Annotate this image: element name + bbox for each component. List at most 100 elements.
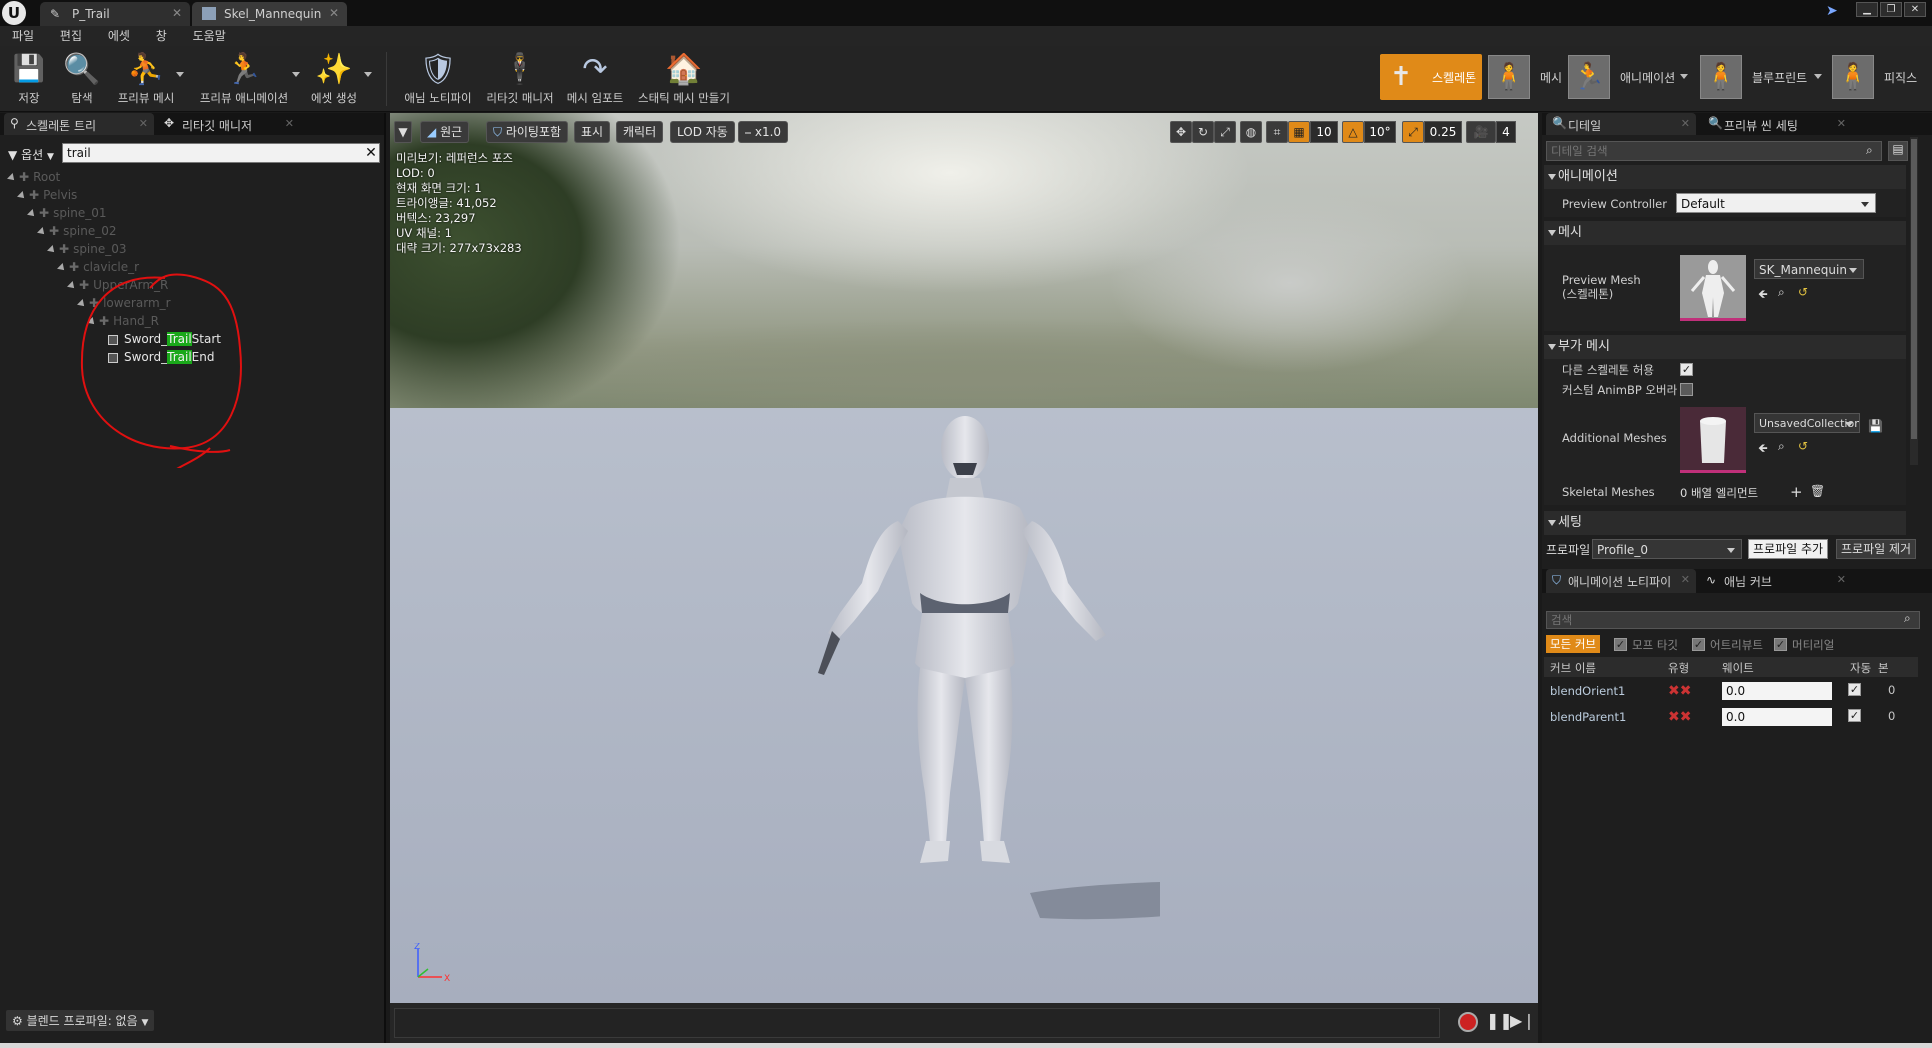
tab-animation-notifies[interactable]: ⛉ 애니메이션 노티파이 ✕ (1546, 569, 1696, 593)
close-tab-icon[interactable]: ✕ (1837, 117, 1846, 130)
lighting-button[interactable]: ⛉ 라이팅포함 (486, 121, 569, 143)
section-additional-meshes[interactable]: 부가 메시 (1544, 335, 1906, 359)
expand-arrow-icon[interactable] (27, 208, 37, 219)
menu-edit[interactable]: 편집 (60, 26, 82, 46)
view-options-icon[interactable]: ▤ (1888, 141, 1908, 161)
curve-weight-input[interactable]: 0.0 (1722, 708, 1832, 726)
grid-snap-icon[interactable]: ▦ (1288, 121, 1310, 143)
animation-mode-dropdown-icon[interactable] (1680, 74, 1688, 79)
auto-checkbox[interactable]: ✓ (1848, 709, 1861, 722)
blueprint-mode-dropdown-icon[interactable] (1814, 74, 1822, 79)
menu-asset[interactable]: 에셋 (108, 26, 130, 46)
table-row[interactable]: blendParent1 ✖✖ 0.0 ✓ 0 (1544, 705, 1918, 729)
record-icon[interactable] (1458, 1012, 1478, 1032)
playback-speed-button[interactable]: ⎯ x1.0 (738, 121, 789, 143)
step-forward-icon[interactable]: ▶❘ (1510, 1011, 1536, 1030)
skeleton-search-input[interactable] (62, 143, 380, 163)
viewport-options-dropdown[interactable]: ▼ (394, 121, 412, 143)
close-tab-icon[interactable]: ✕ (172, 6, 182, 20)
add-profile-button[interactable]: 프로파일 추가 (1748, 539, 1829, 559)
browse-asset-icon[interactable]: ⌕ (1778, 285, 1785, 300)
curve-weight-input[interactable]: 0.0 (1722, 682, 1832, 700)
section-mesh[interactable]: 메시 (1544, 221, 1906, 245)
curve-search-input[interactable] (1546, 611, 1920, 629)
scale-snap-icon[interactable]: ⤢ (1402, 121, 1424, 143)
custom-animbp-checkbox[interactable] (1680, 383, 1693, 396)
mode-blueprint-button[interactable]: 🧍 블루프린트 (1700, 54, 1807, 100)
remove-profile-button[interactable]: 프로파일 제거 (1836, 539, 1917, 559)
tree-node-spine-01[interactable]: ✚ spine_01 (27, 205, 107, 221)
expand-arrow-icon[interactable] (7, 172, 17, 183)
mode-mesh-button[interactable]: 🧍 메시 (1488, 54, 1562, 100)
save-button[interactable]: 💾 저장 (8, 50, 50, 108)
perspective-button[interactable]: ◢ 원근 (420, 121, 470, 143)
mode-physics-button[interactable]: 🧍 피직스 (1832, 54, 1917, 100)
close-tab-icon[interactable]: ✕ (1681, 573, 1690, 586)
grid-snap-value[interactable]: 10 (1310, 121, 1338, 143)
tree-node-pelvis[interactable]: ✚ Pelvis (17, 187, 77, 203)
world-local-icon[interactable]: ◍ (1240, 121, 1262, 143)
table-row[interactable]: blendOrient1 ✖✖ 0.0 ✓ 0 (1544, 679, 1918, 703)
show-button[interactable]: 표시 (574, 121, 611, 143)
preview-mesh-button[interactable]: ⛹ 프리뷰 메시 (112, 50, 180, 108)
character-button[interactable]: 캐릭터 (616, 121, 664, 143)
retarget-manager-button[interactable]: 🕴 리타깃 매니저 (482, 50, 558, 108)
make-static-mesh-button[interactable]: 🏠 스태틱 메시 만들기 (634, 50, 734, 108)
preview-mesh-dropdown-icon[interactable] (176, 72, 184, 77)
reset-to-default-icon[interactable]: ↺ (1798, 439, 1808, 453)
attribute-checkbox[interactable]: ✓ (1692, 638, 1705, 651)
close-tab-icon[interactable]: ✕ (1681, 117, 1690, 130)
rotation-snap-icon[interactable]: △ (1342, 121, 1364, 143)
close-tab-icon[interactable]: ✕ (1837, 573, 1846, 586)
profile-dropdown[interactable]: Profile_0 (1592, 539, 1742, 559)
close-tab-icon[interactable]: ✕ (139, 117, 148, 130)
anim-notify-button[interactable]: 🛡 애님 노티파이 (400, 50, 476, 108)
menu-window[interactable]: 창 (156, 26, 167, 46)
use-selected-asset-icon[interactable]: 🡸 (1758, 439, 1768, 460)
additional-meshes-thumbnail[interactable] (1680, 407, 1746, 473)
restore-button[interactable]: ❐ (1880, 2, 1902, 17)
blend-profile-dropdown[interactable]: ⚙ 블렌드 프로파일: 없음 ▼ (6, 1010, 155, 1031)
camera-speed-value[interactable]: 4 (1496, 121, 1516, 143)
preview-mesh-dropdown[interactable]: SK_Mannequin (1754, 259, 1864, 279)
camera-speed-icon[interactable]: 🎥 (1466, 121, 1496, 143)
add-element-icon[interactable]: + (1790, 483, 1803, 501)
create-asset-button[interactable]: ✨ 에셋 생성 (306, 50, 362, 108)
browse-button[interactable]: 🔍 탐색 (58, 50, 106, 108)
close-tab-icon[interactable]: ✕ (329, 6, 339, 20)
details-scrollbar-thumb[interactable] (1911, 139, 1917, 439)
options-dropdown[interactable]: ▼ 옵션 ▼ (8, 146, 54, 163)
tab-retarget-manager[interactable]: ✥ 리타깃 매니저 ✕ (160, 113, 300, 135)
rotation-snap-value[interactable]: 10° (1364, 121, 1396, 143)
minimize-button[interactable]: ▁ (1856, 2, 1878, 17)
filter-all-curves[interactable]: 모든 커브 (1546, 635, 1600, 653)
section-animation[interactable]: 애니메이션 (1544, 165, 1906, 189)
clear-search-icon[interactable]: ✕ (362, 143, 380, 163)
import-mesh-button[interactable]: ↷ 메시 임포트 (564, 50, 626, 108)
expand-arrow-icon[interactable] (37, 226, 47, 237)
tab-skel-mannequin[interactable]: Skel_Mannequin ✕ (192, 2, 347, 26)
details-search-input[interactable] (1546, 141, 1882, 161)
tab-skeleton-tree[interactable]: ⚲ 스켈레톤 트리 ✕ (4, 113, 154, 135)
mode-animation-button[interactable]: 🏃 애니메이션 (1568, 54, 1675, 100)
mode-skeleton-button[interactable]: ✝ 스켈레톤 (1380, 54, 1483, 100)
allow-other-skeletons-checkbox[interactable]: ✓ (1680, 363, 1693, 376)
morph-target-checkbox[interactable]: ✓ (1614, 638, 1627, 651)
tree-node-root[interactable]: ✚ Root (7, 169, 60, 185)
pause-icon[interactable]: ❚❚ (1486, 1011, 1513, 1030)
reset-to-default-icon[interactable]: ↺ (1798, 285, 1808, 299)
save-collection-icon[interactable]: 💾 (1868, 419, 1883, 433)
browse-asset-icon[interactable]: ⌕ (1778, 439, 1785, 454)
preview-animation-dropdown-icon[interactable] (292, 72, 300, 77)
tab-p-trail[interactable]: ✎ P_Trail ✕ (40, 2, 190, 26)
translate-icon[interactable]: ✥ (1170, 121, 1192, 143)
auto-checkbox[interactable]: ✓ (1848, 683, 1861, 696)
tab-preview-scene-settings[interactable]: 🔍 프리뷰 씬 세팅 ✕ (1702, 113, 1852, 135)
scale-snap-value[interactable]: 0.25 (1424, 121, 1462, 143)
tab-anim-curves[interactable]: ∿ 애님 커브 ✕ (1702, 569, 1852, 593)
surface-snap-icon[interactable]: ⌗ (1266, 121, 1288, 143)
preview-controller-dropdown[interactable]: Default (1676, 193, 1876, 213)
expand-arrow-icon[interactable] (57, 262, 67, 273)
close-window-button[interactable]: ✕ (1904, 2, 1926, 17)
preview-mesh-thumbnail[interactable] (1680, 255, 1746, 321)
